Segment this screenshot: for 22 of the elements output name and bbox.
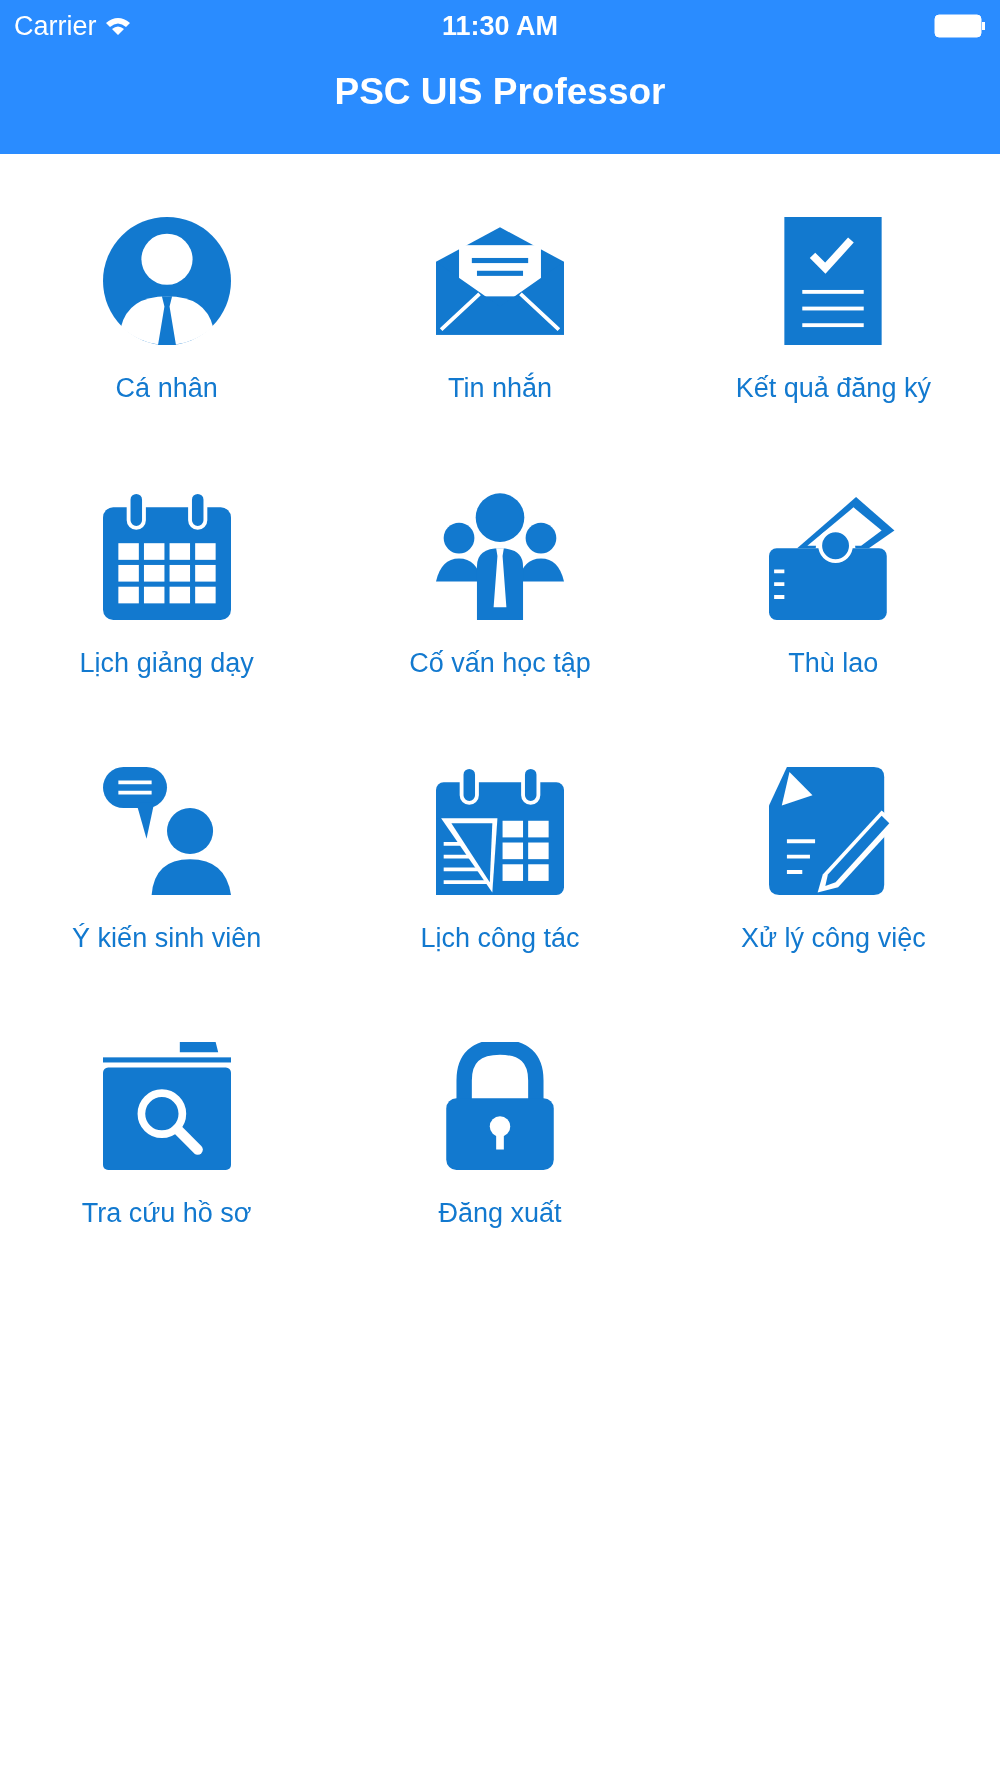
menu-item[interactable]: Thù lao [763, 492, 904, 679]
clock-time: 11:30 AM [441, 10, 559, 41]
screen-title: PSC UIS Professor [334, 71, 666, 114]
calendar-page-icon [436, 767, 564, 895]
menu-item[interactable]: Đăng xuất [430, 1042, 570, 1229]
menu-item[interactable]: Xử lý công việc [735, 767, 932, 954]
menu-item[interactable]: Tin nhắn [430, 217, 570, 404]
person-icon [102, 217, 231, 345]
menu-item[interactable]: Tra cứu hồ sơ [75, 1042, 258, 1229]
chat-person-icon [102, 767, 231, 895]
folder-search-icon [102, 1042, 231, 1170]
calendar-icon [102, 492, 231, 620]
menu-item[interactable]: Cố vấn học tập [403, 492, 597, 679]
menu-item[interactable]: Cá nhân [96, 217, 237, 404]
people-icon [436, 492, 564, 620]
menu-item[interactable]: Kết quả đăng ký [729, 217, 937, 404]
menu-item[interactable]: Ý kiến sinh viên [66, 767, 268, 954]
battery-icon [934, 14, 986, 38]
menu-item[interactable]: Lịch giảng dạy [73, 492, 260, 679]
carrier-label: Carrier [14, 10, 97, 42]
menu-item[interactable]: Lịch công tác [414, 767, 586, 954]
wifi-icon [104, 16, 131, 36]
